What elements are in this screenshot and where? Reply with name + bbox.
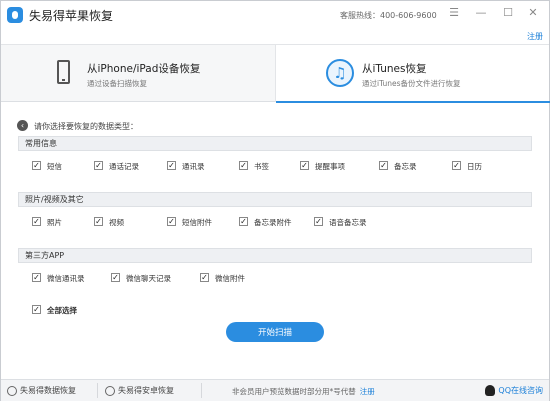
section-photos-videos: 照片/视频及其它 ✓ 照片 ✓ 视频 ✓ 短信附件 ✓ 备忘录附件 ✓ 语音备忘录	[18, 192, 532, 234]
checkbox[interactable]: ✓	[167, 217, 176, 226]
main-content: ‹ 请你选择要恢复的数据类型： 常用信息 ✓ 短信 ✓ 通话记录 ✓ 通讯录 ✓ 书签 …	[1, 103, 549, 378]
app-title: 失易得苹果恢复	[29, 9, 114, 23]
checkbox-label: 短信	[47, 162, 62, 171]
checkbox[interactable]: ✓	[94, 217, 103, 226]
section-items: ✓ 短信 ✓ 通话记录 ✓ 通讯录 ✓ 书签 ✓ 提醒事项 ✓ 备忘录 ✓ 日历	[18, 151, 532, 178]
footer-bar: 失易得数据恢复 失易得安卓恢复 非会员用户预览数据时部分用*号代替 注册 QQ在线…	[1, 379, 549, 401]
back-arrow-icon[interactable]: ‹	[17, 120, 28, 131]
section-title: 常用信息	[18, 136, 532, 151]
android-recovery-label: 失易得安卓恢复	[118, 386, 174, 395]
checkbox[interactable]: ✓	[314, 217, 323, 226]
section-common-info: 常用信息 ✓ 短信 ✓ 通话记录 ✓ 通讯录 ✓ 书签 ✓ 提醒事项 ✓ 备忘录 ✓ 日历	[18, 136, 532, 178]
app-window: 失易得苹果恢复 客服热线：400-606-9600 ☰ — ☐ ✕ 注册 从iP…	[0, 0, 550, 401]
checkbox[interactable]: ✓	[32, 273, 41, 282]
prompt-text: 请你选择要恢复的数据类型：	[34, 122, 138, 131]
qq-consult-label: QQ在线咨询	[498, 386, 543, 395]
minimize-icon[interactable]: —	[473, 5, 489, 21]
section-items: ✓ 照片 ✓ 视频 ✓ 短信附件 ✓ 备忘录附件 ✓ 语音备忘录	[18, 207, 532, 234]
checkbox-label: 微信通讯录	[47, 274, 85, 283]
member-note: 非会员用户预览数据时部分用*号代替 注册	[232, 386, 375, 397]
qq-penguin-icon	[485, 385, 496, 396]
data-recovery-link[interactable]: 失易得数据恢复	[7, 385, 76, 396]
register-link[interactable]: 注册	[527, 31, 543, 42]
checkbox[interactable]: ✓	[32, 161, 41, 170]
android-recovery-link[interactable]: 失易得安卓恢复	[105, 385, 174, 396]
checkbox[interactable]: ✓	[452, 161, 461, 170]
checkbox-label: 语音备忘录	[329, 218, 367, 227]
section-third-party-apps: 第三方APP ✓ 微信通讯录 ✓ 微信聊天记录 ✓ 微信附件	[18, 248, 532, 290]
tab-itunes-recovery[interactable]: ♫ 从iTunes恢复 通过iTunes备份文件进行恢复	[275, 45, 550, 103]
footer-register-link[interactable]: 注册	[360, 387, 375, 396]
checkbox-label: 微信聊天记录	[126, 274, 171, 283]
section-items: ✓ 微信通讯录 ✓ 微信聊天记录 ✓ 微信附件	[18, 263, 532, 290]
checkbox-label: 书签	[254, 162, 269, 171]
checkbox-label: 短信附件	[182, 218, 212, 227]
checkbox-label: 通讯录	[182, 162, 205, 171]
checkbox[interactable]: ✓	[239, 217, 248, 226]
checkbox[interactable]: ✓	[200, 273, 209, 282]
phone-icon	[57, 60, 70, 84]
tab-device-recovery[interactable]: 从iPhone/iPad设备恢复 通过设备扫描恢复	[1, 45, 275, 102]
checkbox-label: 视频	[109, 218, 124, 227]
checkbox[interactable]: ✓	[111, 273, 120, 282]
recovery-icon	[7, 385, 17, 396]
android-icon	[105, 385, 115, 396]
checkbox-label: 提醒事项	[315, 162, 345, 171]
close-icon[interactable]: ✕	[525, 5, 541, 21]
checkbox[interactable]: ✓	[239, 161, 248, 170]
checkbox[interactable]: ✓	[300, 161, 309, 170]
checkbox-label: 日历	[467, 162, 482, 171]
footer-divider	[97, 383, 98, 398]
checkbox[interactable]: ✓	[32, 217, 41, 226]
checkbox[interactable]: ✓	[379, 161, 388, 170]
title-bar: 失易得苹果恢复 客服热线：400-606-9600 ☰ — ☐ ✕	[1, 1, 549, 29]
checkbox[interactable]: ✓	[94, 161, 103, 170]
select-all-label: 全部选择	[47, 306, 77, 315]
checkbox-label: 照片	[47, 218, 62, 227]
tab-subtitle: 通过设备扫描恢复	[87, 79, 147, 88]
recovery-mode-tabs: 从iPhone/iPad设备恢复 通过设备扫描恢复 ♫ 从iTunes恢复 通过…	[1, 44, 550, 103]
section-title: 第三方APP	[18, 248, 532, 263]
qq-consult-link[interactable]: QQ在线咨询	[485, 385, 543, 396]
tab-title: 从iPhone/iPad设备恢复	[87, 63, 201, 75]
checkbox-label: 备忘录附件	[254, 218, 292, 227]
app-logo-icon	[7, 7, 23, 23]
start-scan-button[interactable]: 开始扫描	[226, 322, 324, 342]
select-all-checkbox[interactable]: ✓	[32, 305, 41, 314]
footer-divider	[201, 383, 202, 398]
checkbox-label: 微信附件	[215, 274, 245, 283]
maximize-icon[interactable]: ☐	[500, 5, 516, 21]
member-note-text: 非会员用户预览数据时部分用*号代替	[232, 387, 356, 396]
menu-icon[interactable]: ☰	[446, 5, 462, 21]
checkbox-label: 备忘录	[394, 162, 417, 171]
music-note-icon: ♫	[326, 59, 354, 87]
hotline-text: 客服热线：400-606-9600	[340, 11, 437, 20]
tab-title: 从iTunes恢复	[362, 63, 427, 75]
tab-subtitle: 通过iTunes备份文件进行恢复	[362, 79, 461, 88]
checkbox[interactable]: ✓	[167, 161, 176, 170]
checkbox-label: 通话记录	[109, 162, 139, 171]
data-recovery-label: 失易得数据恢复	[20, 386, 76, 395]
section-title: 照片/视频及其它	[18, 192, 532, 207]
